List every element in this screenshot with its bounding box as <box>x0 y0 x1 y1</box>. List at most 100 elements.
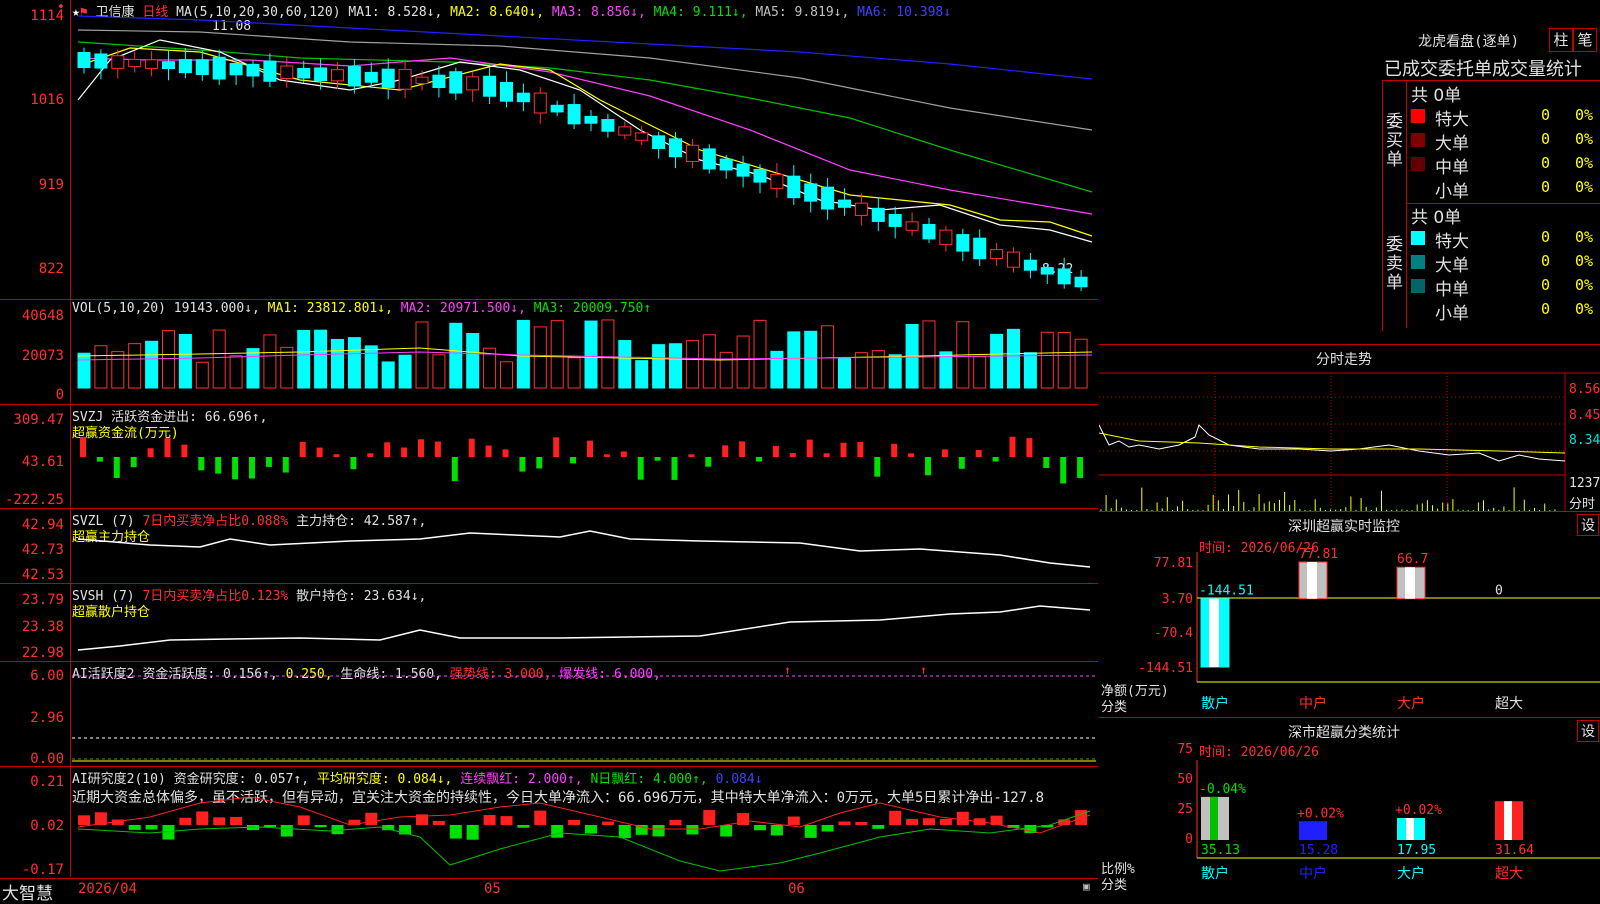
volume-bar-group <box>77 319 1088 389</box>
svzl-chart <box>77 530 1091 568</box>
flow-bar <box>654 457 661 461</box>
buy-row-pct: 0% <box>1575 106 1594 124</box>
research-bar <box>787 816 800 825</box>
color-swatch <box>1411 255 1425 269</box>
tick-mode-button[interactable]: 笔 <box>1573 28 1597 52</box>
sell-row-name: 中单 <box>1435 280 1469 300</box>
candle-body <box>263 60 277 82</box>
buy-row-name: 大单 <box>1435 134 1469 154</box>
flow-bar <box>705 457 712 467</box>
volume-bar <box>584 320 598 389</box>
svzl-panel[interactable]: 42.94 42.73 42.53 SVZL (7) 7日内买卖净占比0.088… <box>0 509 1098 584</box>
candle-body <box>652 135 666 149</box>
lock-icon[interactable]: ▣ <box>1083 880 1090 893</box>
research-bar <box>923 818 935 825</box>
candle-body <box>195 59 209 76</box>
classify-value-label: 31.64 <box>1495 843 1534 858</box>
flow-bar <box>789 453 796 457</box>
candle-body <box>939 229 953 245</box>
flow-bar <box>367 453 374 457</box>
buy-row-count: 0 <box>1541 106 1551 124</box>
flow-bar <box>113 457 120 478</box>
candle-body <box>347 66 361 87</box>
flow-bar <box>215 457 222 474</box>
research-bar <box>652 825 665 837</box>
candle-body <box>111 55 125 69</box>
flow-bar <box>333 454 340 457</box>
buy-section: 共 0单 特大 0 0% 大单 0 0% 中单 0 0% 小单 0 0% <box>1406 81 1600 204</box>
candle-body <box>821 186 835 210</box>
minute-panel[interactable]: 分时走势 8.56 8.45 8.34 1237 分时 <box>1099 345 1600 512</box>
date-label: 05 <box>484 881 501 897</box>
sell-row-pct: 0% <box>1575 228 1594 246</box>
flow-bar-group <box>80 436 1084 484</box>
volume-panel[interactable]: 40648 20073 0 VOL(5,10,20) 19143.000↓, M… <box>0 300 1098 405</box>
volume-bar <box>1023 352 1037 389</box>
flow-bar <box>265 457 272 467</box>
date-label: 2026/04 <box>78 881 138 897</box>
ai2-panel[interactable]: 0.21 0.02 -0.17 AI研究度2(10) 资金研究度: 0.057↑… <box>0 767 1098 878</box>
candle-body <box>516 92 530 103</box>
buy-row-pct: 0% <box>1575 178 1594 196</box>
flow-bar <box>434 441 441 457</box>
volume-bar <box>195 361 209 389</box>
flow-bar <box>485 445 492 457</box>
kline-panel[interactable]: 1114 1016 919 822 • ★⚑ 卫信康 日线 MA(5,10,20… <box>0 0 1098 300</box>
candle-body <box>753 168 767 183</box>
candle-body <box>787 175 801 199</box>
monitor-category: 中户 <box>1299 695 1327 712</box>
research-bar <box>280 825 293 837</box>
sell-row: 特大 0 0% <box>1407 227 1600 252</box>
sell-row-pct: 0% <box>1575 252 1594 270</box>
research-bar-group <box>78 810 1088 840</box>
volume-bar <box>922 320 936 389</box>
candle-body <box>1007 251 1020 268</box>
flow-bar <box>1009 436 1016 457</box>
buy-side-label: 委买单 <box>1386 112 1403 170</box>
volume-bar <box>314 329 328 389</box>
volume-bar <box>331 338 344 389</box>
flow-bar <box>232 457 239 480</box>
volume-bar <box>94 345 108 389</box>
volume-bar <box>787 331 801 389</box>
research-bar <box>196 811 209 825</box>
candle-body <box>1023 259 1037 271</box>
candle-body <box>922 223 936 240</box>
research-bar <box>770 825 783 836</box>
volume-bar <box>500 361 513 389</box>
volume-bar <box>381 361 395 389</box>
flow-bar <box>1060 457 1067 484</box>
monitor-bar-highlight <box>1405 567 1415 599</box>
svsh-panel[interactable]: 23.79 23.38 22.98 SVSH (7) 7日内买卖净占比0.123… <box>0 584 1098 662</box>
volume-bar <box>838 357 851 389</box>
candle-body <box>973 237 987 260</box>
candle-body <box>128 58 142 68</box>
research-bar <box>872 825 885 829</box>
flow-bar <box>1026 438 1033 457</box>
research-bar <box>956 811 969 825</box>
research-bar <box>568 819 581 825</box>
minute-y-label: 8.45 <box>1569 408 1600 423</box>
volume-bar <box>652 344 666 389</box>
research-bar <box>551 825 564 838</box>
research-bar <box>703 810 716 825</box>
research-bar <box>939 818 952 825</box>
classify-bar-highlight <box>1210 796 1218 840</box>
monitor-bar-label: -144.51 <box>1199 584 1254 599</box>
classify-y-label: 50 <box>1177 772 1193 787</box>
classify-value-label: 35.13 <box>1201 843 1240 858</box>
bar-mode-button[interactable]: 柱 <box>1549 28 1573 52</box>
candle-body <box>331 69 344 82</box>
research-bar <box>314 825 327 828</box>
svg-text:↑: ↑ <box>920 663 927 677</box>
svzj-panel[interactable]: 309.47 43.61 -222.25 SVZJ 活跃资金进出: 66.696… <box>0 405 1098 509</box>
volume-bar <box>601 319 615 389</box>
volume-bar <box>533 326 547 389</box>
ai2-chart <box>77 796 1091 872</box>
candle-body <box>415 76 429 85</box>
flow-bar <box>925 457 931 476</box>
volume-bar <box>618 340 632 389</box>
flow-bar <box>1043 457 1050 468</box>
ai1-panel[interactable]: 6.00 2.96 0.00 AI活跃度2 资金活跃度: 0.156↑, 0.2… <box>0 662 1098 767</box>
candle-body <box>888 214 902 227</box>
